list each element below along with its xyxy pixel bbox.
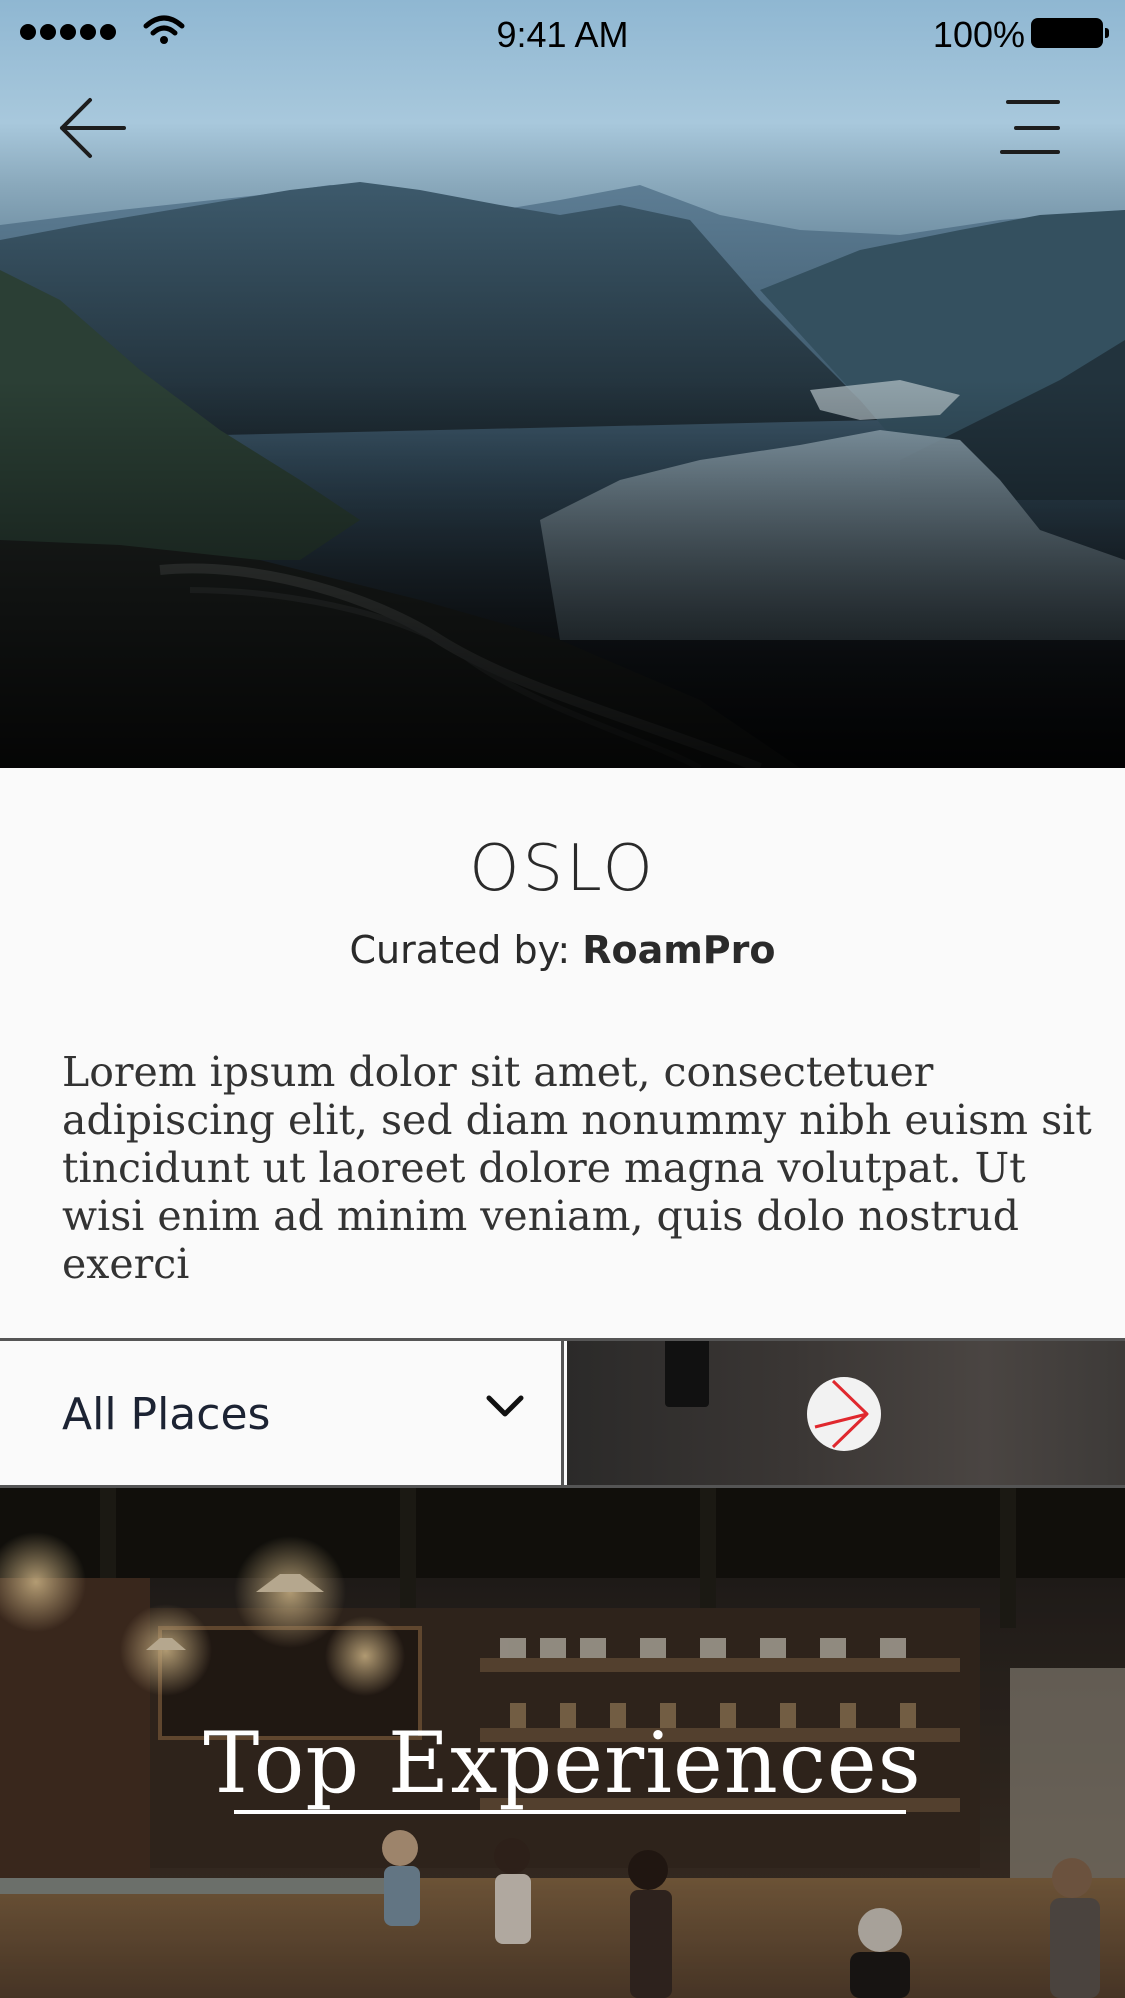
top-experiences-card[interactable]: Top Experiences — [0, 1488, 1125, 1998]
hero-image: 9:41 AM 100% — [0, 0, 1125, 768]
curator-name[interactable]: RoamPro — [582, 928, 775, 972]
mountain-landscape-image — [0, 182, 1125, 768]
city-description: Lorem ipsum dolor sit amet, consectetuer… — [62, 1048, 1092, 1288]
battery-percentage: 100% — [932, 14, 1025, 55]
play-icon[interactable] — [805, 1375, 883, 1453]
filter-selected-value: All Places — [62, 1389, 271, 1440]
filter-bar: All Places — [0, 1338, 1125, 1488]
chevron-down-icon — [486, 1395, 524, 1417]
curated-prefix: Curated by: — [349, 928, 583, 972]
back-arrow-icon[interactable] — [58, 92, 130, 164]
lamp-shape — [665, 1341, 709, 1407]
places-filter-dropdown[interactable]: All Places — [0, 1341, 564, 1485]
section-title: Top Experiences — [203, 1714, 922, 1812]
destination-info: OSLO Curated by: RoamPro Lorem ipsum dol… — [0, 768, 1125, 1340]
video-preview[interactable] — [567, 1341, 1125, 1485]
battery-icon — [1031, 18, 1109, 48]
curated-by: Curated by: RoamPro — [0, 928, 1125, 972]
city-title: OSLO — [469, 832, 656, 906]
hamburger-menu-icon[interactable] — [994, 92, 1066, 164]
status-bar: 9:41 AM 100% — [0, 0, 1125, 66]
title-underline — [234, 1810, 906, 1814]
